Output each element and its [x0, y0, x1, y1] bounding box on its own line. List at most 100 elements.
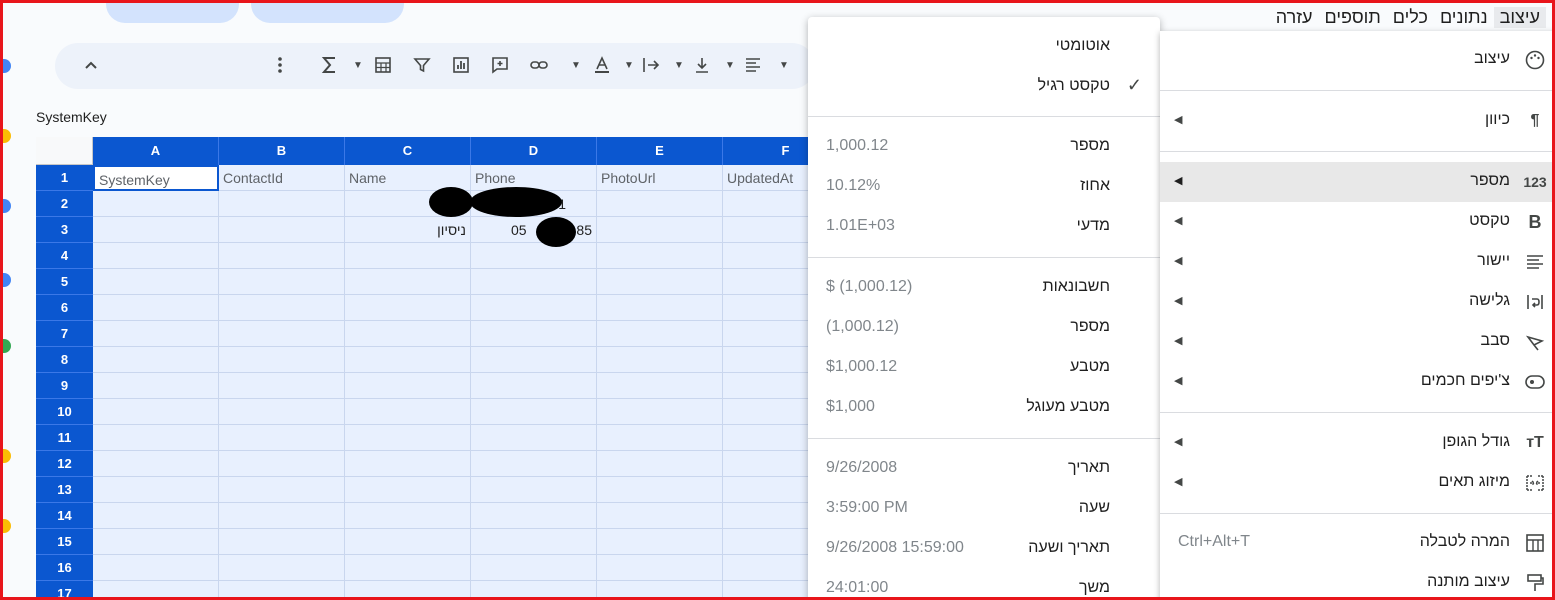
row-header-17[interactable]: 17: [36, 581, 93, 597]
comment-icon[interactable]: [490, 55, 510, 77]
cell-e10[interactable]: [597, 399, 723, 425]
cell-a5[interactable]: [93, 269, 219, 295]
name-box[interactable]: SystemKey: [36, 109, 107, 125]
calculator-icon[interactable]: [373, 55, 393, 77]
format-menu-alignment[interactable]: ◀ יישור: [1160, 242, 1552, 282]
cell-d11[interactable]: [471, 425, 597, 451]
cell-a9[interactable]: [93, 373, 219, 399]
column-header-d[interactable]: D: [471, 137, 597, 165]
cell-a13[interactable]: [93, 477, 219, 503]
cell-b8[interactable]: [219, 347, 345, 373]
cell-d12[interactable]: [471, 451, 597, 477]
side-app-icon[interactable]: [3, 273, 11, 287]
cell-b16[interactable]: [219, 555, 345, 581]
row-header-10[interactable]: 10: [36, 399, 93, 425]
format-menu-convert-to-table[interactable]: Ctrl+Alt+T המרה לטבלה: [1160, 523, 1552, 563]
cell-e6[interactable]: [597, 295, 723, 321]
number-time[interactable]: 3:59:00 PM שעה: [808, 489, 1160, 529]
chart-icon[interactable]: [451, 55, 471, 77]
number-duration[interactable]: 24:01:00 משך: [808, 569, 1160, 597]
chevron-down-icon[interactable]: ▼: [571, 55, 581, 77]
row-header-12[interactable]: 12: [36, 451, 93, 477]
format-menu-theme[interactable]: עיצוב: [1160, 40, 1552, 80]
cell-d8[interactable]: [471, 347, 597, 373]
valign-icon[interactable]: [692, 55, 712, 77]
cell-d14[interactable]: [471, 503, 597, 529]
row-header-9[interactable]: 9: [36, 373, 93, 399]
cell-e1[interactable]: PhotoUrl: [597, 165, 723, 191]
cell-d4[interactable]: [471, 243, 597, 269]
format-menu-conditional-formatting[interactable]: עיצוב מותנה: [1160, 563, 1552, 597]
cell-d16[interactable]: [471, 555, 597, 581]
row-header-11[interactable]: 11: [36, 425, 93, 451]
cell-e3[interactable]: [597, 217, 723, 243]
row-header-5[interactable]: 5: [36, 269, 93, 295]
cell-b17[interactable]: [219, 581, 345, 597]
cell-c10[interactable]: [345, 399, 471, 425]
cell-c6[interactable]: [345, 295, 471, 321]
menu-tools[interactable]: כלים: [1387, 7, 1434, 28]
link-icon[interactable]: [529, 55, 549, 77]
cell-b5[interactable]: [219, 269, 345, 295]
column-header-b[interactable]: B: [219, 137, 345, 165]
cell-b13[interactable]: [219, 477, 345, 503]
menu-extensions[interactable]: תוספים: [1319, 7, 1387, 28]
cell-a8[interactable]: [93, 347, 219, 373]
cell-d3[interactable]: 05 85: [471, 217, 597, 243]
cell-d5[interactable]: [471, 269, 597, 295]
cell-b6[interactable]: [219, 295, 345, 321]
cell-e8[interactable]: [597, 347, 723, 373]
cell-b3[interactable]: [219, 217, 345, 243]
cell-a7[interactable]: [93, 321, 219, 347]
cell-a6[interactable]: [93, 295, 219, 321]
cell-e5[interactable]: [597, 269, 723, 295]
row-header-2[interactable]: 2: [36, 191, 93, 217]
top-chip[interactable]: [251, 3, 404, 23]
row-header-16[interactable]: 16: [36, 555, 93, 581]
format-menu-rotation[interactable]: ◀ סבב: [1160, 322, 1552, 362]
cell-a14[interactable]: [93, 503, 219, 529]
halign-icon[interactable]: [743, 55, 763, 77]
cell-a2[interactable]: [93, 191, 219, 217]
cell-c4[interactable]: [345, 243, 471, 269]
filter-icon[interactable]: [412, 55, 432, 77]
cell-c15[interactable]: [345, 529, 471, 555]
number-number[interactable]: 1,000.12 מספר: [808, 127, 1160, 167]
cell-b11[interactable]: [219, 425, 345, 451]
chevron-down-icon[interactable]: ▼: [674, 55, 684, 77]
text-color-icon[interactable]: [592, 55, 612, 77]
number-currency-rounded[interactable]: $1,000 מטבע מעוגל: [808, 388, 1160, 428]
cell-e7[interactable]: [597, 321, 723, 347]
chevron-down-icon[interactable]: ▼: [353, 55, 363, 77]
format-menu-smart-chips[interactable]: ◀ צ'יפים חכמים: [1160, 362, 1552, 402]
cell-d15[interactable]: [471, 529, 597, 555]
side-app-icon[interactable]: [3, 519, 11, 533]
cell-b4[interactable]: [219, 243, 345, 269]
cell-e11[interactable]: [597, 425, 723, 451]
row-header-7[interactable]: 7: [36, 321, 93, 347]
column-header-e[interactable]: E: [597, 137, 723, 165]
cell-d10[interactable]: [471, 399, 597, 425]
cell-e14[interactable]: [597, 503, 723, 529]
cell-a1[interactable]: SystemKey: [93, 165, 219, 191]
cell-e9[interactable]: [597, 373, 723, 399]
cell-d9[interactable]: [471, 373, 597, 399]
cell-b12[interactable]: [219, 451, 345, 477]
sum-icon[interactable]: [320, 55, 340, 77]
cell-d1[interactable]: Phone: [471, 165, 597, 191]
cell-a15[interactable]: [93, 529, 219, 555]
number-date-time[interactable]: 9/26/2008 15:59:00 תאריך ושעה: [808, 529, 1160, 569]
chevron-down-icon[interactable]: ▼: [624, 55, 634, 77]
cell-a11[interactable]: [93, 425, 219, 451]
side-app-icon[interactable]: [3, 199, 11, 213]
side-app-icon[interactable]: [3, 59, 11, 73]
side-app-icon[interactable]: [3, 339, 11, 353]
format-menu-merge-cells[interactable]: ◀ מיזוג תאים: [1160, 463, 1552, 503]
cell-b14[interactable]: [219, 503, 345, 529]
number-scientific[interactable]: 1.01E+03 מדעי: [808, 207, 1160, 247]
cell-b9[interactable]: [219, 373, 345, 399]
number-accounting[interactable]: $ (1,000.12) חשבונאות: [808, 268, 1160, 308]
cell-a17[interactable]: [93, 581, 219, 597]
cell-a4[interactable]: [93, 243, 219, 269]
cell-c12[interactable]: [345, 451, 471, 477]
